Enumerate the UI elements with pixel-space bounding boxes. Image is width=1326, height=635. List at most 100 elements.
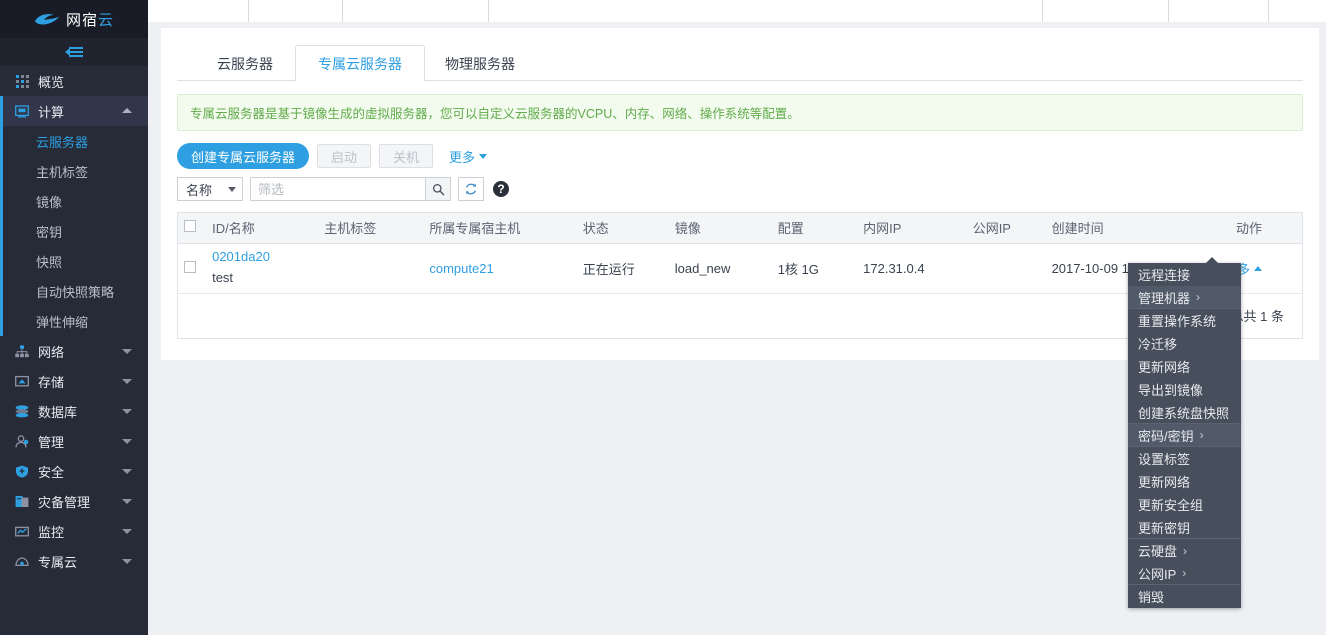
select-all-checkbox[interactable]: [184, 220, 196, 232]
sidebar-group-label: 安全: [38, 462, 64, 481]
chevron-up-icon: [122, 108, 132, 113]
chevron-down-icon: [122, 529, 132, 534]
column-header-状态: 状态: [577, 213, 669, 243]
menu-item-密码/密钥[interactable]: 密码/密钥›: [1128, 424, 1241, 447]
create-dedicated-server-button[interactable]: 创建专属云服务器: [177, 143, 309, 169]
menu-item-冷迁移[interactable]: 冷迁移: [1128, 332, 1241, 355]
menu-item-设置标签[interactable]: 设置标签: [1128, 447, 1241, 470]
sidebar-item-快照[interactable]: 快照: [0, 246, 148, 276]
brand-name: 网宿云: [66, 9, 114, 30]
tab-label: 云服务器: [217, 54, 273, 74]
menu-item-label: 云硬盘: [1138, 541, 1177, 560]
row-checkbox[interactable]: [184, 261, 196, 273]
fish-swoosh-logo-icon: [34, 12, 60, 26]
sidebar-group: 计算云服务器主机标签镜像密钥快照自动快照策略弹性伸缩: [0, 96, 148, 336]
menu-item-重置操作系统[interactable]: 重置操作系统: [1128, 309, 1241, 332]
chevron-down-icon: [122, 559, 132, 564]
sidebar-item-弹性伸缩[interactable]: 弹性伸缩: [0, 306, 148, 336]
top-strip-divider: [488, 0, 489, 22]
cell-host-tag: [318, 243, 423, 293]
menu-item-label: 冷迁移: [1138, 334, 1177, 353]
sidebar-item-密钥[interactable]: 密钥: [0, 216, 148, 246]
active-group-rail: [0, 96, 3, 336]
menu-item-远程连接[interactable]: 远程连接: [1128, 263, 1241, 286]
sidebar-collapse-button[interactable]: [0, 38, 148, 66]
sidebar-item-label: 快照: [36, 252, 62, 271]
sidebar-group-灾备管理[interactable]: 灾备管理: [0, 486, 148, 516]
menu-item-导出到镜像[interactable]: 导出到镜像: [1128, 378, 1241, 401]
server-name: test: [212, 268, 312, 289]
info-notice: 专属云服务器是基于镜像生成的虚拟服务器，您可以自定义云服务器的VCPU、内存、网…: [177, 94, 1303, 131]
menu-item-更新安全组[interactable]: 更新安全组: [1128, 493, 1241, 516]
sidebar-group-存储[interactable]: 存储: [0, 366, 148, 396]
sidebar-group-数据库[interactable]: 数据库: [0, 396, 148, 426]
search-group: [250, 177, 451, 201]
sidebar-group-安全[interactable]: 安全: [0, 456, 148, 486]
search-button[interactable]: [425, 177, 451, 201]
chevron-up-icon: [1254, 266, 1262, 271]
toolbar-more-button[interactable]: 更多: [449, 147, 487, 166]
menu-item-label: 更新网络: [1138, 472, 1190, 491]
sidebar-item-label: 镜像: [36, 192, 62, 211]
filter-field-select[interactable]: 名称: [177, 177, 243, 201]
column-header-主机标签: 主机标签: [318, 213, 423, 243]
search-input[interactable]: [250, 177, 425, 201]
menu-item-label: 设置标签: [1138, 449, 1190, 468]
column-header-ID/名称: ID/名称: [202, 213, 318, 243]
sidebar-group: 专属云: [0, 546, 148, 576]
refresh-button[interactable]: [458, 177, 484, 201]
cell-dedicated-host: compute21: [423, 243, 576, 293]
chevron-right-icon: ›: [1183, 544, 1187, 558]
column-header-所属专属宿主机: 所属专属宿主机: [423, 213, 576, 243]
sidebar-group-label: 灾备管理: [38, 492, 90, 511]
tab-物理服务器[interactable]: 物理服务器: [423, 45, 537, 82]
brand-logo[interactable]: 网宿云: [0, 0, 148, 38]
cell-id-name: 0201da20test: [202, 243, 318, 293]
start-button[interactable]: 启动: [317, 144, 371, 168]
menu-item-label: 更新安全组: [1138, 495, 1203, 514]
menu-item-销毁[interactable]: 销毁: [1128, 585, 1241, 608]
menu-item-公网IP[interactable]: 公网IP›: [1128, 562, 1241, 585]
menu-item-更新网络[interactable]: 更新网络: [1128, 355, 1241, 378]
server-id-link[interactable]: 0201da20: [212, 247, 312, 268]
dedicated-host-link[interactable]: compute21: [429, 261, 493, 276]
tab-云服务器[interactable]: 云服务器: [195, 45, 295, 82]
sidebar-group: 存储: [0, 366, 148, 396]
cell-public-ip: [967, 243, 1046, 293]
grid-dots-icon: [14, 73, 30, 89]
sidebar-group-监控[interactable]: 监控: [0, 516, 148, 546]
menu-item-更新网络[interactable]: 更新网络: [1128, 470, 1241, 493]
sidebar-item-overview[interactable]: 概览: [0, 66, 148, 96]
sidebar-group-网络[interactable]: 网络: [0, 336, 148, 366]
sidebar-item-label: 自动快照策略: [36, 282, 114, 301]
sidebar-group-专属云[interactable]: 专属云: [0, 546, 148, 576]
help-question-icon[interactable]: ?: [493, 181, 509, 197]
sidebar-group-label: 存储: [38, 372, 64, 391]
menu-item-label: 销毁: [1138, 587, 1164, 606]
search-icon: [432, 183, 445, 196]
row-select-cell: [178, 243, 202, 293]
shutdown-button[interactable]: 关机: [379, 144, 433, 168]
menu-item-管理机器[interactable]: 管理机器›: [1128, 286, 1241, 309]
menu-item-label: 远程连接: [1138, 265, 1190, 284]
tab-专属云服务器[interactable]: 专属云服务器: [295, 45, 425, 82]
sidebar-item-镜像[interactable]: 镜像: [0, 186, 148, 216]
sidebar-group-管理[interactable]: 管理: [0, 426, 148, 456]
dedicated-cloud-icon: [14, 553, 30, 569]
sidebar-item-自动快照策略[interactable]: 自动快照策略: [0, 276, 148, 306]
sidebar-group: 监控: [0, 516, 148, 546]
sidebar-group-计算[interactable]: 计算: [0, 96, 148, 126]
menu-item-更新密钥[interactable]: 更新密钥: [1128, 516, 1241, 539]
menu-item-创建系统盘快照[interactable]: 创建系统盘快照: [1128, 401, 1241, 424]
chevron-down-icon: [122, 409, 132, 414]
column-header-镜像: 镜像: [669, 213, 772, 243]
menu-item-label: 创建系统盘快照: [1138, 403, 1229, 422]
sidebar-item-主机标签[interactable]: 主机标签: [0, 156, 148, 186]
top-strip-divider: [248, 0, 249, 22]
refresh-icon: [464, 182, 478, 196]
sidebar-item-云服务器[interactable]: 云服务器: [0, 126, 148, 156]
chevron-right-icon: ›: [1182, 566, 1186, 580]
menu-item-label: 密码/密钥: [1138, 426, 1194, 445]
chevron-down-icon: [122, 379, 132, 384]
menu-item-云硬盘[interactable]: 云硬盘 ›: [1128, 539, 1241, 562]
